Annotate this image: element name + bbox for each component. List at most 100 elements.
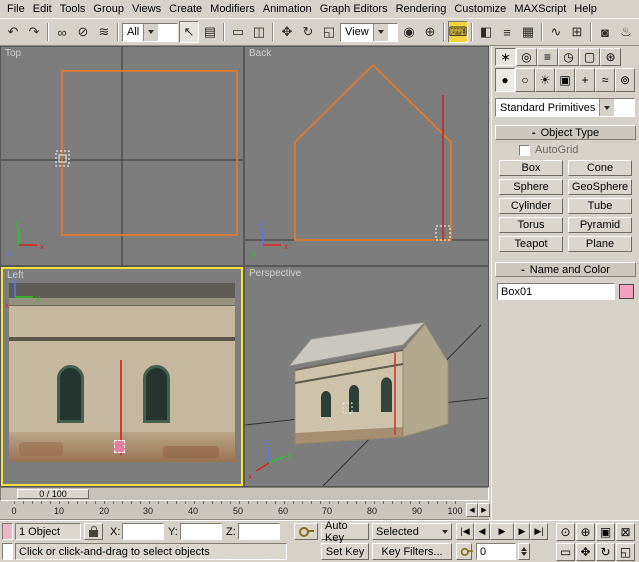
material-editor-icon[interactable]: ◙ <box>595 21 615 43</box>
z-coordinate-field[interactable] <box>238 523 280 540</box>
selection-filter-dropdown[interactable]: All <box>122 22 178 42</box>
viewport-perspective-canvas[interactable]: z y x <box>245 267 488 486</box>
select-and-move-icon[interactable]: ✥ <box>277 21 297 43</box>
spinner-down-icon[interactable] <box>521 552 527 556</box>
zoom-extents-icon[interactable]: ▣ <box>596 523 615 541</box>
next-frame-icon[interactable]: ▶ <box>478 503 490 517</box>
menu-rendering[interactable]: Rendering <box>392 1 451 17</box>
menu-file[interactable]: File <box>3 1 29 17</box>
menu-edit[interactable]: Edit <box>29 1 56 17</box>
set-keys-button[interactable] <box>294 523 318 540</box>
spinner-up-icon[interactable] <box>521 547 527 551</box>
arc-rotate-icon[interactable]: ↻ <box>596 543 615 561</box>
utilities-tab-icon[interactable]: ⊛ <box>600 48 621 66</box>
render-scene-icon[interactable]: ♨ <box>616 21 636 43</box>
maxscript-listener-pane[interactable] <box>2 543 13 560</box>
hierarchy-tab-icon[interactable]: ≡ <box>537 48 558 66</box>
plane-button[interactable]: Plane <box>568 236 632 252</box>
pyramid-button[interactable]: Pyramid <box>568 217 632 233</box>
menu-create[interactable]: Create <box>165 1 206 17</box>
geometry-category-icon[interactable]: ● <box>495 68 515 92</box>
menu-graph-editors[interactable]: Graph Editors <box>316 1 392 17</box>
viewport-back-canvas[interactable]: z x y <box>245 47 488 265</box>
object-color-swatch[interactable] <box>619 284 634 299</box>
object-class-dropdown[interactable]: Standard Primitives <box>495 98 635 117</box>
object-type-rollout-header[interactable]: - Object Type <box>495 125 636 140</box>
use-pivot-center-icon[interactable]: ◉ <box>399 21 419 43</box>
dropdown-arrow-icon[interactable] <box>143 23 159 41</box>
cameras-category-icon[interactable]: ▣ <box>555 68 575 92</box>
macro-recorder-pane[interactable] <box>2 523 13 540</box>
display-tab-icon[interactable]: ▢ <box>579 48 600 66</box>
menu-views[interactable]: Views <box>128 1 165 17</box>
geosphere-button[interactable]: GeoSphere <box>568 179 632 195</box>
viewport-left-active[interactable]: Left z y x <box>1 267 243 486</box>
select-and-manipulate-icon[interactable]: ⊕ <box>420 21 440 43</box>
selected-filter-dropdown[interactable]: Selected <box>372 523 452 540</box>
align-icon[interactable]: ≡ <box>497 21 517 43</box>
teapot-button[interactable]: Teapot <box>499 236 563 252</box>
viewport-back[interactable]: Back z x y <box>245 47 488 265</box>
time-slider-handle[interactable]: 0 / 100 <box>17 489 89 499</box>
menu-help[interactable]: Help <box>570 1 601 17</box>
layer-manager-icon[interactable]: ▦ <box>518 21 538 43</box>
rectangular-selection-region-icon[interactable]: ▭ <box>228 21 248 43</box>
sphere-button[interactable]: Sphere <box>499 179 563 195</box>
house-wireframe-back[interactable] <box>294 63 452 241</box>
previous-frame-icon[interactable]: ◀ <box>466 503 478 517</box>
box-button[interactable]: Box <box>499 160 563 176</box>
time-slider-track[interactable]: 0 / 100 <box>0 487 489 501</box>
keyboard-override-icon[interactable]: ⌨ <box>448 21 468 43</box>
motion-tab-icon[interactable]: ◷ <box>558 48 579 66</box>
lights-category-icon[interactable]: ☀ <box>535 68 555 92</box>
pan-icon[interactable]: ✥ <box>576 543 595 561</box>
select-and-rotate-icon[interactable]: ↻ <box>298 21 318 43</box>
select-by-name-icon[interactable]: ▤ <box>200 21 220 43</box>
current-frame-field[interactable]: 0 <box>476 543 516 560</box>
reference-coordinate-dropdown[interactable]: View <box>340 22 398 42</box>
redo-icon[interactable]: ↷ <box>24 21 44 43</box>
menu-animation[interactable]: Animation <box>259 1 316 17</box>
create-tab-icon[interactable]: ∗ <box>495 48 516 66</box>
tube-button[interactable]: Tube <box>568 198 632 214</box>
set-key-button[interactable]: Set Key <box>321 543 369 560</box>
menu-maxscript[interactable]: MAXScript <box>510 1 570 17</box>
y-coordinate-field[interactable] <box>180 523 222 540</box>
dropdown-arrow-icon[interactable] <box>599 99 615 116</box>
mirror-icon[interactable]: ◧ <box>476 21 496 43</box>
zoom-icon[interactable]: ⊙ <box>556 523 575 541</box>
shapes-category-icon[interactable]: ○ <box>515 68 535 92</box>
object-name-input[interactable]: Box01 <box>497 283 615 300</box>
menu-modifiers[interactable]: Modifiers <box>206 1 259 17</box>
menu-tools[interactable]: Tools <box>56 1 90 17</box>
next-frame-icon[interactable]: ▶ <box>514 523 530 540</box>
zoom-extents-all-icon[interactable]: ⊠ <box>616 523 635 541</box>
viewport-top-canvas[interactable]: y x z <box>1 47 243 265</box>
select-and-scale-icon[interactable]: ◱ <box>319 21 339 43</box>
torus-button[interactable]: Torus <box>499 217 563 233</box>
modify-tab-icon[interactable]: ◎ <box>516 48 537 66</box>
autogrid-checkbox[interactable] <box>519 144 530 156</box>
auto-key-button[interactable]: Auto Key <box>321 520 369 544</box>
selection-lock-button[interactable] <box>84 523 103 540</box>
bind-to-space-warp-icon[interactable]: ≋ <box>94 21 114 43</box>
house-mesh[interactable] <box>287 321 449 445</box>
cone-button[interactable]: Cone <box>568 160 632 176</box>
window-crossing-toggle-icon[interactable]: ◫ <box>249 21 269 43</box>
select-object-icon[interactable]: ↖ <box>179 21 199 43</box>
x-coordinate-field[interactable] <box>122 523 164 540</box>
box-wireframe-top[interactable] <box>61 70 238 236</box>
name-color-rollout-header[interactable]: - Name and Color <box>495 262 636 277</box>
cylinder-button[interactable]: Cylinder <box>499 198 563 214</box>
go-to-start-icon[interactable]: |◀ <box>456 523 474 540</box>
systems-category-icon[interactable]: ⊚ <box>615 68 635 92</box>
dropdown-arrow-icon[interactable] <box>372 23 388 41</box>
helpers-category-icon[interactable]: + <box>575 68 595 92</box>
undo-icon[interactable]: ↶ <box>3 21 23 43</box>
region-zoom-icon[interactable]: ▭ <box>556 543 575 561</box>
viewport-perspective[interactable]: Perspective z y x <box>245 267 488 486</box>
go-to-end-icon[interactable]: ▶| <box>530 523 548 540</box>
previous-frame-icon[interactable]: ◀ <box>474 523 490 540</box>
space-warps-category-icon[interactable]: ≈ <box>595 68 615 92</box>
frame-spinner[interactable] <box>518 543 530 560</box>
